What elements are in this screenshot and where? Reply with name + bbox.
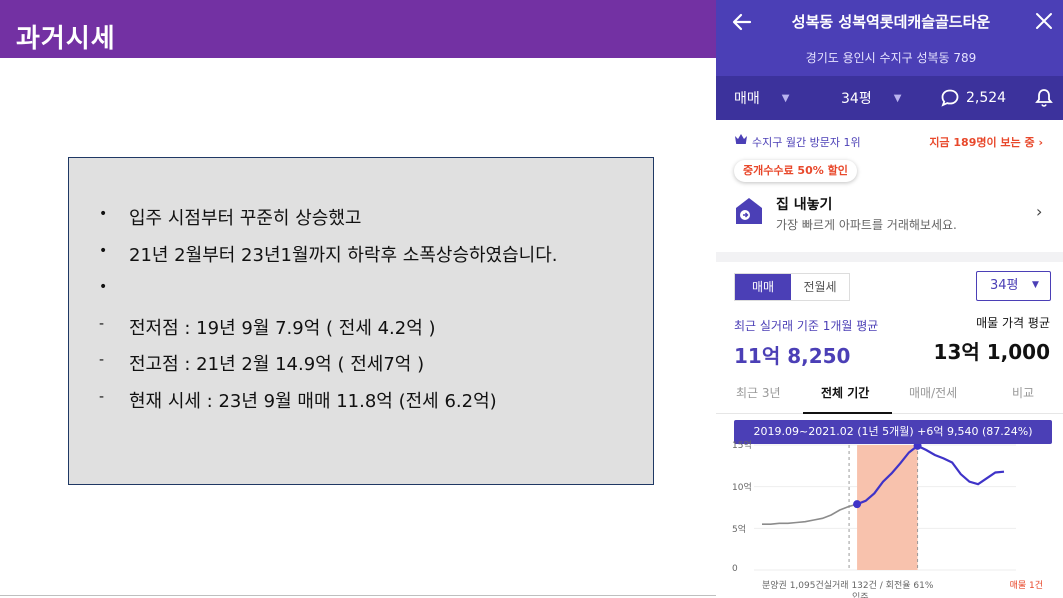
- comment-icon: [941, 89, 959, 107]
- note-text: 전저점 : 19년 9월 7.9억 ( 전세 4.2억 ): [129, 317, 436, 339]
- sell-home-card[interactable]: 집 내놓기 가장 빠르게 아파트를 거래해보세요. ›: [716, 182, 1063, 246]
- apartment-address: 경기도 용인시 수지구 성복동 789: [805, 51, 977, 65]
- bullet-marker: •: [99, 206, 108, 222]
- back-arrow-icon[interactable]: [730, 10, 754, 34]
- price-line-history: [762, 503, 858, 525]
- slide-header: 과거시세: [0, 0, 716, 58]
- y-tick-label: 15억: [732, 441, 752, 451]
- listing-avg-label: 매물 가격 평균: [976, 316, 1050, 330]
- dash-marker: -: [99, 315, 105, 332]
- tab-all-period[interactable]: 전체 기간: [821, 384, 869, 401]
- size-label: 34평: [841, 91, 872, 107]
- viewers-now-link[interactable]: 지금 189명이 보는 중 ›: [929, 134, 1043, 150]
- tab-sale[interactable]: 매매: [735, 274, 791, 300]
- size-dropdown[interactable]: 34평 ▼: [841, 76, 901, 120]
- sell-title: 집 내놓기: [776, 197, 833, 213]
- period-tabs: 최근 3년 전체 기간 매매/전세 비교: [716, 372, 1063, 414]
- tab-compare[interactable]: 비교: [1012, 384, 1034, 401]
- visitor-row[interactable]: 수지구 월간 방문자 1위 지금 189명이 보는 중 ›: [716, 126, 1063, 156]
- tab-recent-3y[interactable]: 최근 3년: [736, 384, 781, 401]
- close-icon[interactable]: [1033, 10, 1055, 32]
- deal-type-label: 매매: [734, 91, 760, 107]
- apartment-app-panel: 성복동 성복역롯데캐슬골드타운 경기도 용인시 수지구 성복동 789 매매 ▼…: [716, 0, 1063, 598]
- bullet-marker: •: [99, 242, 108, 259]
- apartment-name: 성복동 성복역롯데캐슬골드타운: [791, 13, 991, 31]
- size-select[interactable]: 34평 ▼: [976, 271, 1051, 301]
- price-chart[interactable]: 2019.09~2021.02 (1년 5개월) +6억 9,540 (87.2…: [716, 418, 1063, 598]
- range-tooltip: 2019.09~2021.02 (1년 5개월) +6억 9,540 (87.2…: [734, 420, 1052, 444]
- note-box: • 입주 시점부터 꾸준히 상승했고 • 21년 2월부터 23년1월까지 하락후 …: [68, 157, 654, 485]
- chart-x-label: 입주: [852, 593, 869, 598]
- size-select-value: 34평: [990, 278, 1019, 293]
- viewers-now-text: 지금 189명이 보는 중: [929, 136, 1035, 149]
- y-tick-label: 10억: [732, 483, 752, 493]
- comment-count: 2,524: [966, 90, 1007, 106]
- app-header: 성복동 성복역롯데캐슬골드타운 경기도 용인시 수지구 성복동 789 매매 ▼…: [716, 0, 1063, 120]
- low-point-dot: [853, 500, 862, 509]
- comments-button[interactable]: 2,524: [940, 76, 1006, 120]
- chevron-right-icon: ›: [1036, 202, 1043, 221]
- sell-subtitle: 가장 빠르게 아파트를 거래해보세요.: [776, 218, 957, 232]
- slide-title: 과거시세: [16, 24, 116, 54]
- visitor-rank-text: 수지구 월간 방문자 1위: [752, 136, 861, 149]
- tab-sale-jeonse[interactable]: 매매/전세: [909, 384, 957, 401]
- tab-jeonse[interactable]: 전월세: [791, 274, 849, 300]
- active-tab-underline: [803, 412, 892, 414]
- chevron-down-icon: ▼: [893, 92, 902, 104]
- discount-badge: 중개수수료 50% 할인: [734, 160, 857, 182]
- caret-down-icon: ▼: [1032, 280, 1039, 290]
- chart-footer-listings: 매물 1건: [1009, 581, 1043, 591]
- chevron-down-icon: ▼: [781, 92, 790, 104]
- bullet-marker: •: [99, 279, 108, 295]
- deal-type-dropdown[interactable]: 매매 ▼: [734, 76, 789, 120]
- filter-bar: 매매 ▼ 34평 ▼ 2,524: [716, 76, 1063, 120]
- chevron-right-icon: ›: [1038, 136, 1043, 149]
- chart-footer-stats: 분양권 1,095건실거래 132건 / 회전율 61%: [762, 581, 934, 591]
- note-text: 입주 시점부터 꾸준히 상승했고: [129, 208, 362, 229]
- recent-avg-label: 최근 실거래 기준 1개월 평균: [734, 319, 879, 333]
- dash-marker: -: [99, 388, 105, 405]
- price-chart-svg: [754, 441, 1016, 571]
- listing-avg-value: 13억 1,000: [933, 340, 1050, 364]
- house-icon: [736, 198, 762, 224]
- note-text: 21년 2월부터 23년1월까지 하락후 소폭상승하였습니다.: [129, 244, 558, 266]
- crown-icon: [735, 134, 747, 144]
- trade-type-tabs: 매매 전월세: [734, 273, 850, 301]
- note-text: 현재 시세 : 23년 9월 매매 11.8억 (전세 6.2억): [129, 390, 497, 412]
- section-separator: [716, 252, 1063, 262]
- recent-avg-value: 11억 8,250: [734, 344, 851, 368]
- slide-divider: [0, 595, 716, 596]
- dash-marker: -: [99, 352, 105, 368]
- note-text: 전고점 : 21년 2월 14.9억 ( 전세7억 ): [129, 354, 425, 375]
- y-tick-label: 5억: [732, 525, 747, 535]
- y-tick-label: 0: [732, 564, 738, 574]
- bell-icon[interactable]: [1034, 88, 1054, 108]
- highlight-range: [857, 445, 918, 570]
